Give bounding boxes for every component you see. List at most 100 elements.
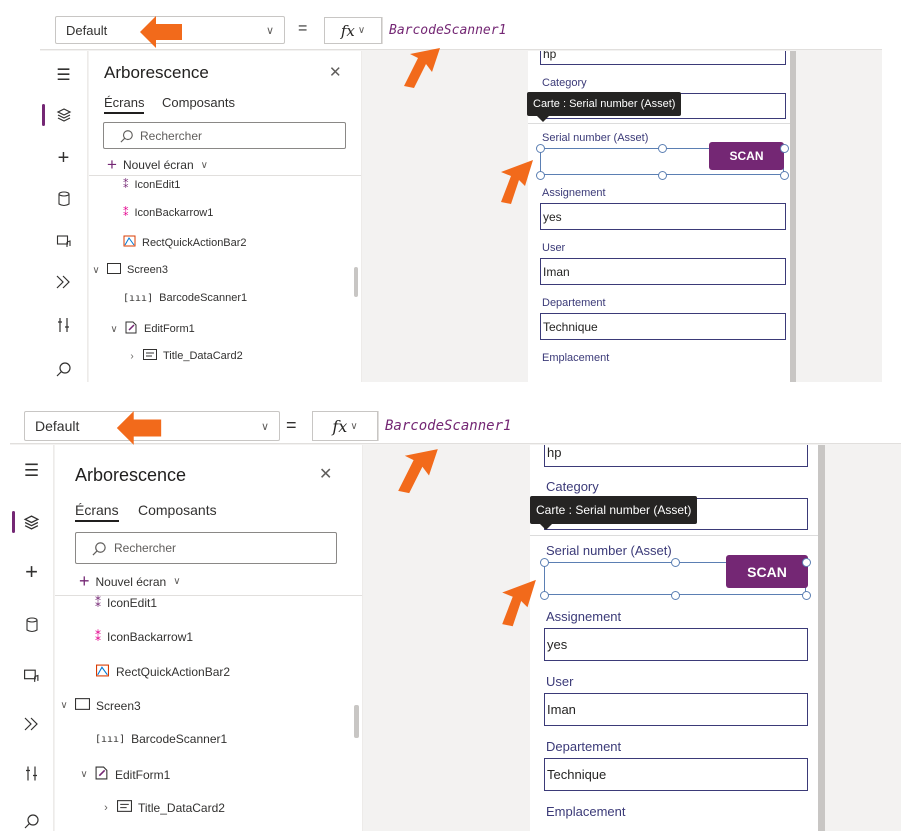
tree-node-screen[interactable]: ∨ Screen3 bbox=[89, 263, 168, 277]
media-icon[interactable] bbox=[40, 233, 87, 254]
field-label: Departement bbox=[546, 739, 622, 754]
formula-input[interactable]: BarcodeScanner1 bbox=[378, 411, 901, 441]
tools-icon[interactable] bbox=[10, 765, 53, 787]
field-label: Category bbox=[546, 479, 599, 494]
tree-node[interactable]: ⁑ IconBackarrow1 bbox=[95, 630, 193, 644]
datacard-icon bbox=[143, 349, 157, 363]
user-input[interactable]: Iman bbox=[544, 693, 808, 726]
tree-node[interactable]: ⁑ IconBackarrow1 bbox=[123, 206, 213, 220]
scan-button[interactable]: SCAN bbox=[709, 142, 784, 170]
fx-button[interactable]: fx ∨ bbox=[324, 17, 382, 44]
new-screen-button[interactable]: + Nouvel écran ∨ bbox=[107, 155, 208, 175]
card-divider bbox=[530, 535, 818, 536]
resize-handle[interactable] bbox=[802, 558, 811, 567]
layers-icon[interactable] bbox=[40, 104, 87, 128]
hamburger-menu-icon[interactable]: ☰ bbox=[10, 461, 53, 481]
tree-node-screen[interactable]: ∨ Screen3 bbox=[57, 698, 141, 713]
assignement-input[interactable]: yes bbox=[544, 628, 808, 661]
tab-components[interactable]: Composants bbox=[162, 95, 235, 110]
chevron-down-icon: ∨ bbox=[350, 420, 358, 432]
tab-components[interactable]: Composants bbox=[138, 502, 217, 518]
text-input[interactable]: hp bbox=[544, 445, 808, 467]
resize-handle[interactable] bbox=[671, 591, 680, 600]
chevron-down-icon: ∨ bbox=[260, 420, 269, 433]
fx-button[interactable]: fx ∨ bbox=[312, 411, 378, 441]
edit-form-icon bbox=[95, 766, 109, 783]
tree-node[interactable]: [ııı] BarcodeScanner1 bbox=[95, 732, 227, 746]
assignement-input[interactable]: yes bbox=[540, 203, 786, 230]
form-scrollbar[interactable] bbox=[818, 445, 825, 831]
scan-button[interactable]: SCAN bbox=[726, 555, 808, 588]
database-icon[interactable] bbox=[10, 617, 53, 638]
chevron-down-icon: ∨ bbox=[357, 25, 366, 36]
search-placeholder: Rechercher bbox=[114, 541, 177, 555]
close-icon[interactable]: ✕ bbox=[319, 464, 332, 484]
studio-panel-bottom: Default ∨ = fx ∨ BarcodeScanner1 ☰ + Arb… bbox=[10, 404, 901, 831]
tree-node[interactable]: ⁑ IconEdit1 bbox=[95, 596, 157, 610]
tree-node-form[interactable]: ∨ EditForm1 bbox=[77, 766, 170, 783]
field-label: User bbox=[546, 674, 574, 689]
search-icon[interactable] bbox=[10, 813, 53, 831]
tree-scrollbar-thumb[interactable] bbox=[354, 705, 359, 738]
search-placeholder: Rechercher bbox=[140, 128, 203, 143]
new-screen-button[interactable]: + Nouvel écran ∨ bbox=[79, 571, 181, 592]
resize-handle[interactable] bbox=[780, 144, 789, 153]
user-input[interactable]: Iman bbox=[540, 258, 786, 285]
departement-input[interactable]: Technique bbox=[544, 758, 808, 791]
search-input[interactable]: Rechercher bbox=[103, 122, 346, 149]
chevron-down-icon: ∨ bbox=[60, 700, 68, 711]
tree-node-datacard[interactable]: › Title_DataCard2 bbox=[125, 349, 243, 363]
resize-handle[interactable] bbox=[671, 558, 680, 567]
barcode-icon: [ııı] bbox=[95, 733, 126, 745]
equals-sign: = bbox=[298, 20, 308, 37]
resize-handle[interactable] bbox=[802, 591, 811, 600]
search-icon[interactable] bbox=[40, 361, 87, 382]
search-input[interactable]: Rechercher bbox=[75, 532, 337, 564]
formula-input[interactable]: BarcodeScanner1 bbox=[382, 17, 882, 44]
layers-icon[interactable] bbox=[10, 511, 53, 536]
tree-node-form[interactable]: ∨ EditForm1 bbox=[107, 321, 195, 337]
resize-handle[interactable] bbox=[780, 171, 789, 180]
chevron-down-icon: ∨ bbox=[110, 323, 118, 335]
resize-handle[interactable] bbox=[658, 144, 667, 153]
tree-node[interactable]: RectQuickActionBar2 bbox=[95, 664, 230, 680]
text-input[interactable]: hp bbox=[540, 51, 786, 65]
chevron-right-icon: › bbox=[104, 801, 108, 814]
resize-handle[interactable] bbox=[536, 144, 545, 153]
media-icon[interactable] bbox=[10, 667, 53, 689]
annotation-arrow-icon bbox=[116, 411, 162, 445]
search-icon bbox=[120, 129, 133, 143]
power-automate-icon[interactable] bbox=[10, 717, 53, 736]
plus-icon[interactable]: + bbox=[40, 147, 87, 170]
barcode-icon: [ııı] bbox=[123, 292, 154, 304]
hamburger-menu-icon[interactable]: ☰ bbox=[40, 65, 87, 85]
annotation-arrow-icon bbox=[404, 48, 440, 88]
field-label: Emplacement bbox=[542, 352, 610, 364]
database-icon[interactable] bbox=[40, 191, 87, 212]
tab-screens[interactable]: Écrans bbox=[104, 95, 145, 114]
tools-icon[interactable] bbox=[40, 317, 87, 338]
resize-handle[interactable] bbox=[536, 171, 545, 180]
screen-icon bbox=[107, 263, 121, 277]
chevron-down-icon: ∨ bbox=[200, 159, 208, 171]
form-scrollbar[interactable] bbox=[790, 51, 796, 382]
resize-handle[interactable] bbox=[540, 591, 549, 600]
tree-node[interactable]: ⁑ IconEdit1 bbox=[123, 178, 180, 192]
departement-input[interactable]: Technique bbox=[540, 313, 786, 340]
resize-handle[interactable] bbox=[540, 558, 549, 567]
tree-node[interactable]: RectQuickActionBar2 bbox=[123, 235, 247, 250]
left-rail: ☰ + bbox=[40, 51, 88, 382]
power-automate-icon[interactable] bbox=[40, 275, 87, 294]
tree-scrollbar-thumb[interactable] bbox=[354, 267, 358, 297]
resize-handle[interactable] bbox=[658, 171, 667, 180]
plus-icon[interactable]: + bbox=[10, 559, 53, 585]
field-label: Emplacement bbox=[546, 804, 626, 819]
tree-node-datacard[interactable]: › Title_DataCard2 bbox=[99, 800, 225, 815]
field-label: Serial number (Asset) bbox=[542, 132, 649, 144]
tab-screens[interactable]: Écrans bbox=[75, 502, 119, 522]
formula-text: BarcodeScanner1 bbox=[385, 418, 512, 434]
plus-icon: + bbox=[79, 571, 90, 591]
close-icon[interactable]: ✕ bbox=[329, 63, 342, 81]
tree-node[interactable]: [ııı] BarcodeScanner1 bbox=[123, 292, 247, 304]
field-label: Departement bbox=[542, 297, 606, 309]
